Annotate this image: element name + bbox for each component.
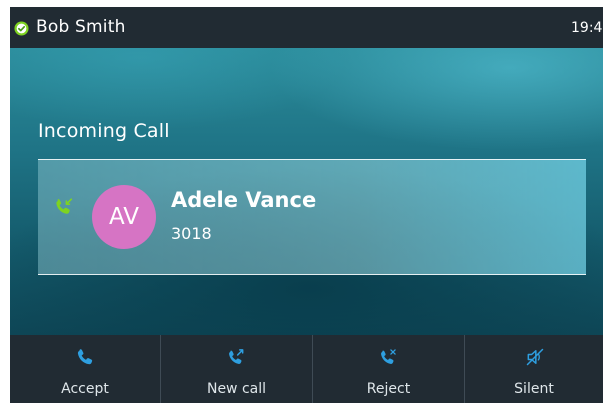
accept-label: Accept	[61, 381, 109, 397]
silent-label: Silent	[514, 381, 554, 397]
caller-number: 3018	[171, 224, 212, 243]
phone-icon	[77, 349, 93, 365]
reject-label: Reject	[366, 381, 411, 397]
account-name: Bob Smith	[36, 17, 126, 37]
silent-button[interactable]: Silent	[465, 335, 603, 403]
softkey-bar: Accept New call Reject Silent	[10, 335, 603, 403]
speaker-mute-icon	[526, 348, 544, 366]
call-state-label: Incoming Call	[38, 120, 170, 142]
call-screen: Incoming Call AV Adele Vance 3018	[10, 48, 603, 335]
registered-check-icon	[14, 21, 29, 36]
incoming-call-icon	[56, 198, 73, 214]
new-call-icon	[229, 349, 244, 364]
caller-name: Adele Vance	[171, 188, 317, 212]
clock-time: 19:4	[571, 20, 603, 36]
status-bar: Bob Smith 19:4	[10, 7, 603, 48]
accept-button[interactable]: Accept	[10, 335, 160, 403]
new-call-button[interactable]: New call	[161, 335, 312, 403]
caller-avatar: AV	[92, 185, 156, 249]
reject-call-icon	[381, 349, 396, 364]
new-call-label: New call	[206, 381, 267, 397]
reject-button[interactable]: Reject	[313, 335, 464, 403]
phone-screen: Bob Smith 19:4 Incoming Call AV Adele Va…	[10, 7, 603, 403]
incoming-call-card[interactable]: AV Adele Vance 3018	[38, 159, 586, 275]
